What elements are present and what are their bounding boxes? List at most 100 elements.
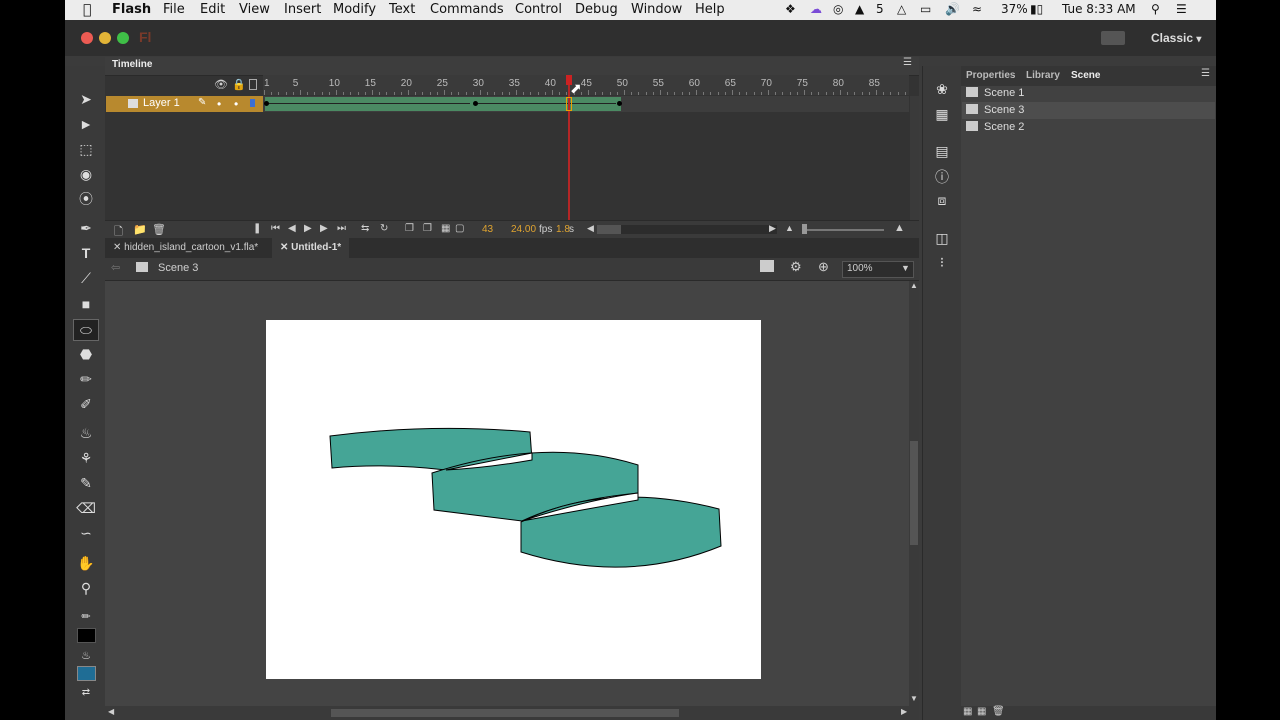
scroll-right-icon[interactable]: ▶ bbox=[901, 707, 907, 716]
scene-list-item[interactable]: Scene 3 bbox=[962, 102, 1215, 119]
width-tool-icon[interactable]: ∽ bbox=[75, 523, 97, 543]
timeline-hscroll[interactable] bbox=[597, 225, 777, 234]
notification-center-icon[interactable]: ☰ bbox=[1176, 2, 1187, 16]
swatches-panel-icon[interactable]: ▦ bbox=[931, 106, 953, 123]
stroke-color-swatch[interactable] bbox=[77, 628, 96, 643]
workspace-switcher[interactable]: Classic ▾ bbox=[1151, 31, 1201, 45]
scroll-left-icon[interactable]: ◀ bbox=[108, 707, 114, 716]
battery-icon[interactable]: ▮▯ bbox=[1030, 2, 1043, 16]
free-transform-tool-icon[interactable]: ⬚ bbox=[75, 139, 97, 159]
color-panel-icon[interactable]: ❀ bbox=[931, 81, 953, 98]
panel-menu-icon[interactable]: ☰ bbox=[1201, 68, 1210, 79]
tab-scene[interactable]: Scene bbox=[1071, 70, 1100, 81]
go-to-first-frame-icon[interactable]: ⏮ bbox=[271, 223, 280, 234]
zoom-out-timeline-icon[interactable]: ▲ bbox=[785, 223, 794, 233]
eraser-tool-icon[interactable]: ⌫ bbox=[75, 498, 97, 518]
close-tab-icon[interactable]: ✕ bbox=[280, 242, 288, 253]
eyedropper-tool-icon[interactable]: ✎ bbox=[75, 473, 97, 493]
zoom-tool-icon[interactable]: ⚲ bbox=[75, 578, 97, 598]
elapsed-time[interactable]: 1.8 bbox=[556, 224, 570, 235]
hand-tool-icon[interactable]: ✋ bbox=[75, 553, 97, 573]
current-frame[interactable]: 43 bbox=[482, 224, 493, 235]
rectangle-tool-icon[interactable]: ■ bbox=[75, 294, 97, 314]
timeline-title[interactable]: Timeline bbox=[112, 59, 152, 70]
adobe-icon[interactable]: ▲ bbox=[855, 2, 864, 16]
edit-symbols-icon[interactable]: ⚙ bbox=[790, 259, 802, 275]
close-tab-icon[interactable]: ✕ bbox=[113, 242, 121, 253]
menu-file[interactable]: File bbox=[163, 2, 185, 17]
tab-library[interactable]: Library bbox=[1026, 70, 1060, 81]
apple-menu-icon[interactable]:  bbox=[83, 2, 91, 18]
polystar-tool-icon[interactable]: ⬣ bbox=[75, 344, 97, 364]
lasso-tool-icon[interactable]: ⦿ bbox=[75, 189, 97, 209]
subselection-tool-icon[interactable]: ► bbox=[75, 114, 97, 134]
modify-onion-markers-icon[interactable]: ▢ bbox=[455, 223, 464, 234]
go-to-last-frame-icon[interactable]: ⏭ bbox=[337, 223, 346, 234]
timeline-hscroll-thumb[interactable] bbox=[597, 225, 621, 234]
show-hide-all-icon[interactable]: 👁 bbox=[214, 78, 228, 91]
window-zoom-button[interactable] bbox=[117, 32, 129, 44]
keyframe-1[interactable] bbox=[264, 101, 269, 106]
motion-presets-icon[interactable]: ⁝ bbox=[931, 254, 953, 271]
scroll-right-icon[interactable]: ▶ bbox=[769, 223, 776, 234]
zoom-select[interactable]: 100% ▼ bbox=[842, 261, 914, 278]
timeline-zoom-slider[interactable] bbox=[802, 229, 884, 231]
airplay-icon[interactable]: ▭ bbox=[920, 2, 931, 16]
menu-edit[interactable]: Edit bbox=[200, 2, 225, 17]
sync-icon[interactable]: ◎ bbox=[833, 2, 843, 16]
pen-tool-icon[interactable]: ✒ bbox=[75, 218, 97, 238]
new-folder-icon[interactable]: 📁 bbox=[133, 223, 147, 236]
current-scene-label[interactable]: Scene 3 bbox=[158, 262, 198, 274]
timeline-vscroll[interactable] bbox=[910, 96, 919, 220]
layer-row[interactable]: Layer 1 ✎ • • bbox=[106, 96, 263, 112]
timeline-zoom-thumb[interactable] bbox=[802, 224, 807, 234]
window-minimize-button[interactable] bbox=[99, 32, 111, 44]
ink-bottle-tool-icon[interactable]: ⚘ bbox=[75, 448, 97, 468]
menu-modify[interactable]: Modify bbox=[333, 2, 376, 17]
center-frame-icon[interactable]: ↻ bbox=[380, 223, 388, 234]
frame-rate[interactable]: 24.00 bbox=[511, 224, 536, 235]
menu-app-flash[interactable]: Flash bbox=[112, 2, 151, 17]
window-close-button[interactable] bbox=[81, 32, 93, 44]
edit-scene-icon[interactable] bbox=[760, 260, 774, 272]
tab-hidden-island[interactable]: ✕ hidden_island_cartoon_v1.fla* bbox=[105, 238, 266, 258]
info-panel-icon[interactable]: ⓘ bbox=[931, 167, 953, 187]
sync-settings-icon[interactable] bbox=[1101, 31, 1125, 45]
visibility-dot-icon[interactable]: • bbox=[217, 97, 221, 111]
menu-debug[interactable]: Debug bbox=[575, 2, 618, 17]
text-tool-icon[interactable]: T bbox=[75, 243, 97, 263]
volume-icon[interactable]: 🔊 bbox=[945, 2, 960, 16]
lock-dot-icon[interactable]: • bbox=[234, 97, 238, 111]
brush-tool-icon[interactable]: ✐ bbox=[75, 394, 97, 414]
menu-window[interactable]: Window bbox=[631, 2, 682, 17]
zoom-in-timeline-icon[interactable]: ▲ bbox=[894, 222, 905, 234]
creative-cloud-icon[interactable]: ☁ bbox=[810, 2, 822, 16]
frame-ruler[interactable]: 1 5 10 15 20 25 30 35 40 45 50 55 60 65 70 75 80 85 bbox=[263, 75, 909, 95]
drive-icon[interactable]: △ bbox=[897, 2, 906, 16]
3d-rotation-tool-icon[interactable]: ◉ bbox=[75, 164, 97, 184]
align-panel-icon[interactable]: ▤ bbox=[931, 143, 953, 160]
transform-panel-icon[interactable]: ⧈ bbox=[931, 192, 953, 209]
canvas-hscroll-thumb[interactable] bbox=[331, 709, 679, 717]
play-icon[interactable]: ▶ bbox=[304, 223, 312, 234]
canvas-hscroll[interactable]: ◀ ▶ bbox=[105, 706, 919, 720]
layer-name[interactable]: Layer 1 bbox=[143, 97, 180, 109]
components-panel-icon[interactable]: ◫ bbox=[931, 230, 953, 247]
menu-insert[interactable]: Insert bbox=[284, 2, 321, 17]
step-back-icon[interactable]: ◀ bbox=[288, 223, 296, 234]
lock-all-icon[interactable]: 🔒 bbox=[232, 78, 246, 91]
center-stage-icon[interactable]: ⊕ bbox=[818, 259, 829, 275]
scroll-down-icon[interactable]: ▼ bbox=[910, 694, 918, 703]
scroll-left-icon[interactable]: ◀ bbox=[587, 223, 594, 234]
line-tool-icon[interactable]: ⟋ bbox=[75, 268, 97, 288]
menu-view[interactable]: View bbox=[239, 2, 270, 17]
scene-list-item[interactable]: Scene 2 bbox=[962, 119, 1215, 136]
onion-skin-icon[interactable]: ❐ bbox=[405, 223, 414, 234]
spotlight-search-icon[interactable]: ⚲ bbox=[1151, 2, 1160, 16]
pencil-tool-icon[interactable]: ✏ bbox=[75, 369, 97, 389]
outline-all-icon[interactable] bbox=[249, 79, 257, 90]
duplicate-scene-icon[interactable]: ▦ bbox=[963, 706, 972, 717]
delete-scene-icon[interactable]: 🗑 bbox=[992, 706, 1005, 717]
selection-tool-icon[interactable]: ➤ bbox=[75, 89, 97, 109]
menu-help[interactable]: Help bbox=[695, 2, 725, 17]
